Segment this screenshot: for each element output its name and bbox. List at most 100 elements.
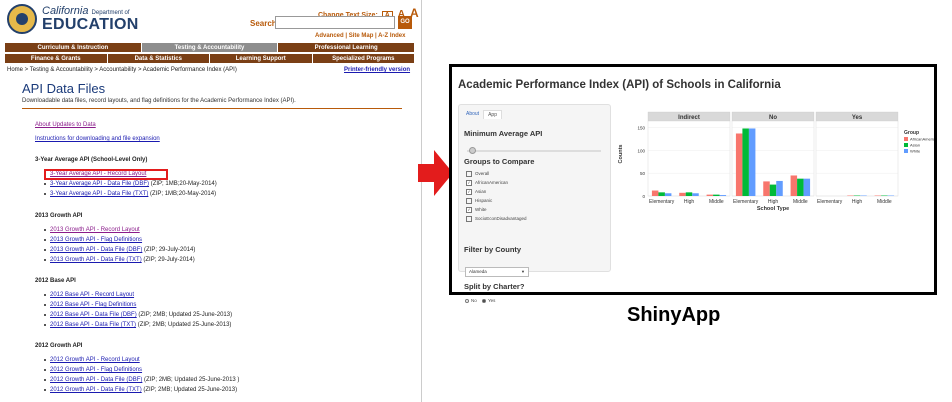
- county-label: Filter by County: [464, 245, 522, 254]
- list-item: 2012 Growth API - Data File (DBF) (ZIP; …: [43, 377, 240, 383]
- list-item: 2012 Base API - Flag Definitions: [43, 302, 136, 308]
- printer-friendly-link[interactable]: Printer-friendly version: [344, 67, 410, 73]
- y-tick-label: 150: [637, 126, 645, 131]
- cde-logo[interactable]: California Department of EDUCATION: [7, 4, 167, 36]
- nav-specialized[interactable]: Specialized Programs: [312, 54, 415, 63]
- group-checkbox-white[interactable]: White: [466, 207, 487, 213]
- breadcrumb[interactable]: Home > Testing & Accountability > Accoun…: [7, 67, 237, 73]
- file-link[interactable]: 2013 Growth API - Data File (TXT): [50, 257, 142, 263]
- radio-yes[interactable]: [482, 298, 487, 303]
- x-tick-label: Middle: [709, 199, 724, 205]
- legend-swatch: [904, 149, 908, 153]
- bar: [685, 192, 693, 196]
- bar: [748, 128, 756, 196]
- logo-name: EDUCATION: [42, 16, 139, 33]
- radio-no[interactable]: [465, 298, 469, 303]
- page-title: API Data Files: [22, 81, 106, 96]
- shiny-app-window: Academic Performance Index (API) of Scho…: [449, 64, 937, 303]
- bar: [679, 192, 686, 196]
- state-seal-icon: [7, 4, 37, 34]
- list-item: 2012 Base API - Data File (TXT) (ZIP; 2M…: [43, 322, 232, 328]
- file-link[interactable]: 2012 Base API - Data File (TXT): [50, 322, 136, 328]
- search-input[interactable]: [275, 16, 395, 29]
- cde-webpage: California Department of EDUCATION Chang…: [0, 0, 422, 402]
- legend-label: AfricanAmerican: [910, 137, 934, 142]
- nav-row-2: Finance & Grants Data & Statistics Learn…: [5, 53, 415, 63]
- file-link[interactable]: 3-Year Average API - Data File (DBF): [50, 181, 149, 187]
- bar: [803, 178, 811, 196]
- min-api-label: Minimum Average API: [464, 129, 543, 138]
- charter-radio-group: No Yes: [465, 298, 495, 303]
- file-link[interactable]: 2012 Base API - Record Layout: [50, 292, 134, 298]
- file-info: (ZIP; 2MB; Updated 25-June-2013 ): [142, 377, 240, 383]
- x-tick-label: Elementary: [817, 199, 843, 205]
- file-link[interactable]: 2012 Growth API - Record Layout: [50, 357, 140, 363]
- bar: [742, 128, 749, 196]
- file-link[interactable]: 2012 Base API - Data File (DBF): [50, 312, 137, 318]
- list-item: 2013 Growth API - Data File (DBF) (ZIP; …: [43, 247, 195, 253]
- bar: [763, 181, 770, 196]
- search-go-button[interactable]: GO: [398, 16, 412, 29]
- list-item: 2012 Growth API - Record Layout: [44, 357, 140, 363]
- file-link[interactable]: 3-Year Average API - Data File (TXT): [50, 191, 148, 197]
- sidebar-panel: About App Minimum Average API Groups to …: [458, 104, 611, 303]
- min-api-slider-track[interactable]: [467, 150, 601, 152]
- tab-about[interactable]: About: [462, 110, 483, 119]
- list-item: 3-Year Average API - Data File (DBF) (ZI…: [44, 181, 217, 187]
- updates-link[interactable]: About Updates to Data: [35, 122, 96, 128]
- instructions-link[interactable]: Instructions for downloading and file ex…: [35, 136, 160, 142]
- file-link[interactable]: 2013 Growth API - Data File (DBF): [50, 247, 142, 253]
- charter-label: Split by Charter?: [464, 282, 525, 291]
- group-checkbox-hispanic[interactable]: Hispanic: [466, 198, 492, 204]
- file-link[interactable]: 2013 Growth API - Record Layout: [50, 227, 140, 233]
- group-checkbox-african[interactable]: AfricanAmerican: [466, 180, 508, 186]
- nav-professional[interactable]: Professional Learning: [278, 43, 416, 52]
- bar: [790, 175, 798, 196]
- y-tick-label: 50: [640, 171, 646, 176]
- bar: [651, 190, 659, 196]
- file-info: (ZIP; 29-July-2014): [141, 257, 195, 263]
- page-description: Downloadable data files, record layouts,…: [22, 98, 296, 104]
- nav-data[interactable]: Data & Statistics: [107, 54, 210, 63]
- file-link[interactable]: 2012 Base API - Flag Definitions: [50, 302, 136, 308]
- file-link[interactable]: 2012 Growth API - Data File (DBF): [50, 377, 142, 383]
- bar: [713, 194, 720, 196]
- tab-app[interactable]: App: [483, 110, 502, 119]
- file-link[interactable]: 2013 Growth API - Flag Definitions: [50, 237, 142, 243]
- list-item: 3-Year Average API - Data File (TXT) (ZI…: [43, 191, 217, 197]
- faceted-bar-chart: 0 50 100 150 Counts Indirect Elementary High Mid…: [618, 111, 934, 212]
- groups-label: Groups to Compare: [464, 157, 535, 166]
- bar: [797, 178, 804, 196]
- group-checkbox-overall[interactable]: Overall: [466, 171, 489, 177]
- bar: [692, 193, 699, 196]
- nav-curriculum[interactable]: Curriculum & Instruction: [5, 43, 142, 52]
- bar: [664, 193, 672, 196]
- facet-panel: [647, 120, 731, 197]
- search-sublinks[interactable]: Advanced | Site Map | A-Z Index: [315, 33, 405, 39]
- x-tick-label: Elementary: [649, 199, 675, 205]
- file-info: (ZIP; 1MB;20-May-2014): [148, 191, 217, 197]
- x-tick-label: High: [768, 199, 779, 205]
- group-checkbox-asian[interactable]: Asian: [466, 189, 486, 195]
- nav-finance[interactable]: Finance & Grants: [5, 54, 108, 63]
- file-info: (ZIP; 2MB; Updated 25-June-2013): [136, 312, 233, 318]
- legend-title: Group: [904, 130, 919, 136]
- file-info: (ZIP; 2MB; Updated 25-June-2013): [136, 322, 232, 328]
- x-axis-label: School Type: [757, 206, 789, 212]
- list-item: 2012 Base API - Data File (DBF) (ZIP; 2M…: [43, 312, 233, 318]
- x-tick-label: Middle: [877, 199, 892, 205]
- screenshot-composite: California Department of EDUCATION Chang…: [0, 0, 952, 402]
- nav-testing[interactable]: Testing & Accountability: [141, 43, 279, 52]
- nav-learning[interactable]: Learning Support: [210, 54, 313, 63]
- file-link[interactable]: 2012 Growth API - Flag Definitions: [50, 367, 142, 373]
- group-checkbox-socioecon[interactable]: SocioEconDisadvantaged: [466, 216, 527, 222]
- county-select[interactable]: Alameda ▼: [465, 267, 529, 277]
- file-info: (ZIP; 1MB;20-May-2014): [149, 181, 217, 187]
- min-api-slider-handle[interactable]: [469, 147, 476, 154]
- file-link[interactable]: 2012 Growth API - Data File (TXT): [50, 387, 142, 393]
- x-tick-label: Middle: [793, 199, 808, 205]
- file-info: (ZIP; 2MB; Updated 25-June-2013): [141, 387, 238, 393]
- legend-label: White: [910, 149, 921, 154]
- section-heading: 2012 Growth API: [35, 343, 83, 349]
- bar: [719, 195, 727, 196]
